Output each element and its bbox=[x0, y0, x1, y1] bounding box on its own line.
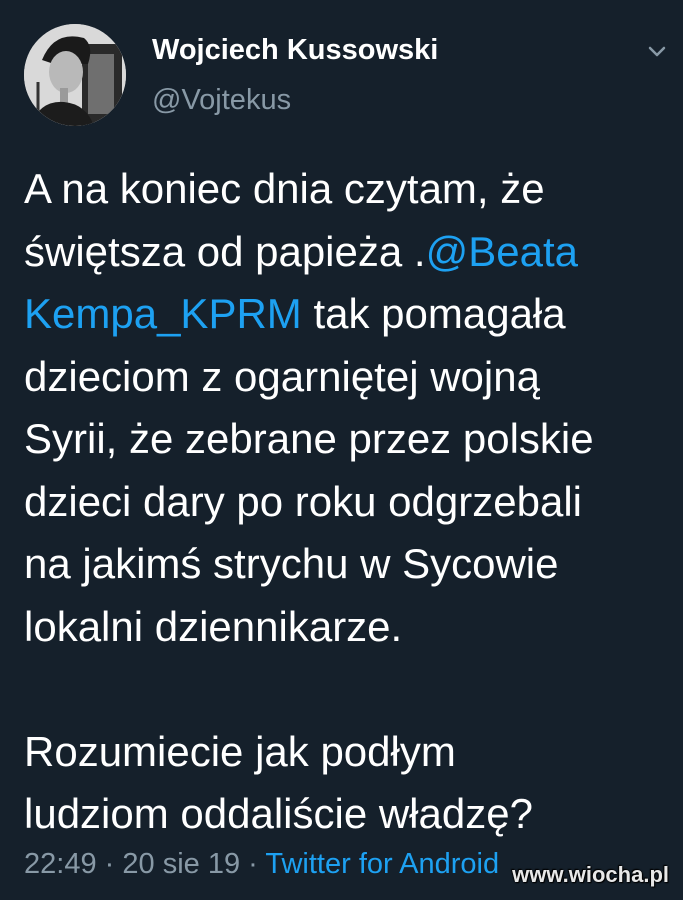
tweet-text-segment: Syrii, że zebrane przez polskie bbox=[24, 415, 594, 462]
tweet-time[interactable]: 22:49 bbox=[24, 848, 97, 880]
tweet-line: dzieci dary po roku odgrzebali bbox=[24, 471, 674, 534]
avatar-photo bbox=[24, 24, 126, 126]
tweet-source-link[interactable]: Twitter for Android bbox=[265, 848, 499, 880]
tweet-text-segment: dzieci dary po roku odgrzebali bbox=[24, 477, 582, 525]
tweet-text-segment: lokalni dziennikarze. bbox=[24, 602, 403, 650]
user-handle[interactable]: @Vojtekus bbox=[152, 84, 291, 117]
meta-separator: · bbox=[248, 848, 258, 880]
tweet-text-segment: Rozumiecie jak podłym bbox=[24, 727, 456, 775]
tweet-text-segment: ludziom oddaliście władzę? bbox=[24, 790, 533, 837]
tweet-text-segment: A na koniec dnia czytam, że bbox=[24, 165, 545, 212]
tweet-line: lokalni dziennikarze. bbox=[24, 596, 674, 659]
mention-link[interactable]: Kempa_KPRM bbox=[24, 290, 302, 337]
tweet-text-segment: świętsza od papieża . bbox=[24, 227, 426, 275]
tweet-date[interactable]: 20 sie 19 bbox=[122, 848, 240, 880]
tweet-line bbox=[24, 658, 674, 721]
tweet-line: Rozumiecie jak podłym bbox=[24, 721, 674, 784]
tweet-line: A na koniec dnia czytam, że bbox=[24, 158, 674, 221]
tweet-text: A na koniec dnia czytam, że świętsza od p… bbox=[24, 158, 674, 846]
tweet-text-segment: tak pomagała bbox=[301, 290, 566, 337]
tweet-line: na jakimś strychu w Sycowie bbox=[24, 533, 674, 596]
tweet-line: Syrii, że zebrane przez polskie bbox=[24, 408, 674, 471]
chevron-down-icon[interactable] bbox=[646, 40, 668, 62]
mention-link[interactable]: @Beata bbox=[426, 228, 578, 275]
tweet-metadata: 22:49 · 20 sie 19 · Twitter for Android bbox=[24, 848, 499, 881]
tweet-line: Kempa_KPRM tak pomagała bbox=[24, 283, 674, 346]
display-name[interactable]: Wojciech Kussowski bbox=[152, 34, 438, 67]
tweet-line: ludziom oddaliście władzę? bbox=[24, 783, 674, 846]
tweet-text-segment: na jakimś strychu w Sycowie bbox=[24, 540, 559, 587]
watermark: www.wiocha.pl bbox=[512, 862, 669, 887]
tweet-card: Wojciech Kussowski @Vojtekus A na koniec… bbox=[0, 0, 683, 900]
meta-separator: · bbox=[104, 848, 115, 880]
avatar[interactable] bbox=[24, 24, 126, 126]
tweet-text-segment: dzieciom z ogarniętej wojną bbox=[24, 352, 540, 400]
tweet-line: świętsza od papieża .@Beata bbox=[24, 221, 674, 284]
tweet-line: dzieciom z ogarniętej wojną bbox=[24, 346, 674, 409]
